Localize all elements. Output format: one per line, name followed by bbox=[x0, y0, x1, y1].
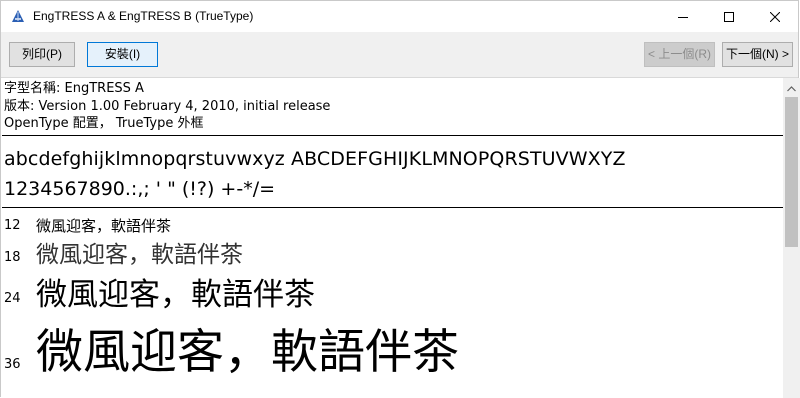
window-title: EngTRESS A & EngTRESS B (TrueType) bbox=[33, 9, 254, 23]
size-sample-text: 微風迎客，軟語伴茶 bbox=[36, 217, 172, 235]
previous-font-button[interactable]: < 上一個(R) bbox=[644, 42, 715, 67]
font-viewer-window: EngTRESS A & EngTRESS B (TrueType) 列印(P)… bbox=[0, 0, 800, 398]
close-icon bbox=[770, 11, 780, 22]
font-name-line: 字型名稱: EngTRESS A bbox=[4, 81, 144, 96]
chevron-up-icon bbox=[787, 77, 796, 96]
scrollbar-thumb[interactable] bbox=[785, 97, 798, 247]
size-sample-text: 微風迎客，軟語伴茶 bbox=[36, 242, 243, 268]
version-line: 版本: Version 1.00 February 4, 2010, initi… bbox=[4, 98, 331, 114]
size-sample-text: 微風迎客，軟語伴茶 bbox=[36, 325, 459, 380]
next-font-button[interactable]: 下一個(N) > bbox=[722, 42, 793, 67]
size-sample-text: 微風迎客，軟語伴茶 bbox=[36, 277, 315, 313]
size-label: 12 bbox=[4, 218, 21, 233]
divider bbox=[2, 135, 783, 136]
minimize-icon bbox=[678, 12, 688, 22]
vertical-scrollbar[interactable] bbox=[783, 78, 800, 398]
toolbar: 列印(P) 安裝(I) < 上一個(R) 下一個(N) > bbox=[1, 32, 798, 78]
font-info: 字型名稱: EngTRESS A 版本: Version 1.00 Februa… bbox=[4, 80, 330, 133]
font-preview-area: 字型名稱: EngTRESS A 版本: Version 1.00 Februa… bbox=[2, 78, 783, 398]
scroll-up-button[interactable] bbox=[783, 78, 800, 95]
alphabet-sample: abcdefghijklmnopqrstuvwxyz ABCDEFGHIJKLM… bbox=[4, 148, 626, 170]
install-button[interactable]: 安裝(I) bbox=[87, 42, 158, 67]
font-file-icon bbox=[10, 8, 26, 24]
outline-line: OpenType 配置， TrueType 外框 bbox=[4, 116, 204, 131]
minimize-button[interactable] bbox=[660, 1, 706, 32]
size-label: 18 bbox=[4, 250, 21, 265]
close-button[interactable] bbox=[752, 1, 798, 32]
title-bar[interactable]: EngTRESS A & EngTRESS B (TrueType) bbox=[1, 1, 798, 32]
print-button[interactable]: 列印(P) bbox=[9, 42, 75, 67]
size-label: 36 bbox=[4, 357, 21, 372]
maximize-button[interactable] bbox=[706, 1, 752, 32]
divider bbox=[2, 207, 783, 208]
size-label: 24 bbox=[4, 291, 21, 306]
maximize-icon bbox=[724, 11, 734, 22]
numbers-sample: 1234567890.:,; ' " (!?) +-*/= bbox=[4, 178, 276, 200]
